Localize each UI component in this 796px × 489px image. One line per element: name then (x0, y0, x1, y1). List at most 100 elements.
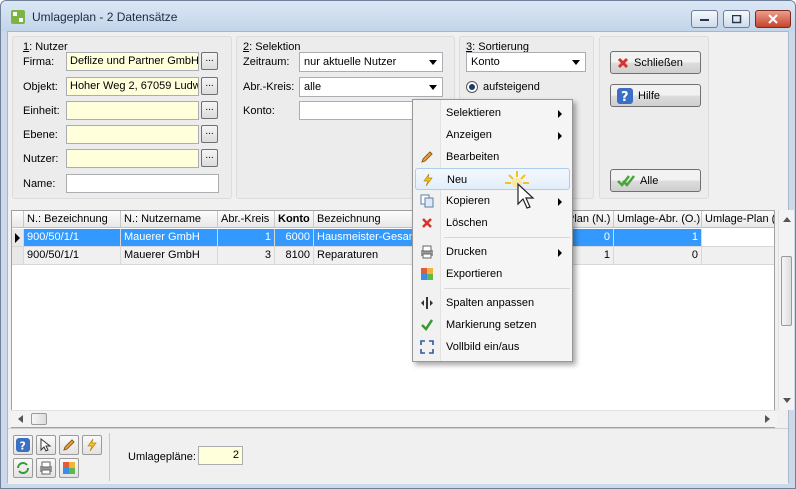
scroll-left-icon (18, 415, 23, 423)
chevron-down-icon (429, 85, 437, 90)
sortierung-select-value: Konto (471, 56, 500, 68)
menu-item-selektieren[interactable]: Selektieren (415, 102, 570, 124)
cell-nutzername[interactable]: Mauerer GmbH (121, 229, 218, 247)
close-button[interactable]: Schließen (610, 51, 701, 74)
ebene-browse-button[interactable]: ... (201, 125, 218, 143)
fullscreen-icon (420, 340, 434, 354)
refresh-icon (17, 462, 29, 474)
maximize-button[interactable] (723, 10, 750, 28)
title-bar[interactable]: Umlageplan - 2 Datensätze (1, 1, 795, 31)
row-indicator (12, 229, 24, 247)
cell-nutzername[interactable]: Mauerer GmbH (121, 247, 218, 265)
menu-item-kopieren[interactable]: Kopieren (415, 190, 570, 212)
header-umlage-abr[interactable]: Umlage-Abr. (O.) (614, 211, 702, 228)
cell-bezeichnung-text[interactable]: Reparaturen (314, 247, 414, 265)
nutzer-browse-button[interactable]: ... (201, 149, 218, 167)
ebene-field[interactable] (66, 125, 199, 144)
submenu-arrow-icon (558, 132, 562, 140)
cell-konto[interactable]: 8100 (275, 247, 314, 265)
header-umlage-plan[interactable]: Umlage-Plan ( (702, 211, 774, 228)
header-konto[interactable]: Konto (275, 211, 314, 228)
firma-browse-button[interactable]: ... (201, 52, 218, 70)
close-window-button[interactable] (755, 10, 791, 28)
cell-konto[interactable]: 6000 (275, 229, 314, 247)
cell-umlage-plan[interactable] (702, 229, 774, 247)
cell-umlage-abr[interactable]: 0 (614, 247, 702, 265)
pencil-icon (63, 439, 75, 451)
menu-item-label: Markierung setzen (446, 319, 537, 331)
pencil-icon (421, 151, 433, 163)
menu-item-loeschen[interactable]: Löschen (415, 212, 570, 234)
vertical-scroll-thumb[interactable] (781, 256, 792, 326)
help-button-label: Hilfe (638, 89, 661, 102)
horizontal-scrollbar[interactable] (11, 410, 777, 427)
double-check-icon (617, 174, 635, 187)
header-bezeichnung[interactable]: Bezeichnung (314, 211, 414, 228)
abrkreis-label: Abr.-Kreis: (243, 81, 295, 93)
new-tool-button[interactable] (82, 435, 102, 455)
cell-umlage-plan[interactable] (702, 247, 774, 265)
table-row[interactable]: 900/50/1/1 Mauerer GmbH 1 6000 Hausmeist… (12, 229, 774, 247)
menu-item-vollbild[interactable]: Vollbild ein/aus (415, 336, 570, 358)
table-row[interactable]: 900/50/1/1 Mauerer GmbH 3 8100 Reparatur… (12, 247, 774, 265)
cell-umlage-abr[interactable]: 1 (614, 229, 702, 247)
help-button[interactable]: ? Hilfe (610, 84, 701, 107)
print-tool-button[interactable] (36, 458, 56, 478)
menu-item-spalten-anpassen[interactable]: Spalten anpassen (415, 292, 570, 314)
all-button[interactable]: Alle (610, 169, 701, 192)
actions-group: Schließen ? Hilfe Alle (599, 36, 709, 199)
select-tool-button[interactable] (36, 435, 56, 455)
cell-bezeichnung[interactable]: 900/50/1/1 (24, 247, 121, 265)
einheit-browse-button[interactable]: ... (201, 101, 218, 119)
copy-icon (420, 194, 434, 208)
table-header: N.: Bezeichnung N.: Nutzername Abr.-Krei… (12, 211, 774, 228)
help-tool-button[interactable]: ? (13, 435, 33, 455)
menu-item-drucken[interactable]: Drucken (415, 241, 570, 263)
help-icon: ? (16, 438, 30, 452)
count-label: Umlagepläne: (128, 451, 196, 463)
maximize-icon (731, 14, 741, 23)
menu-item-markierung-setzen[interactable]: Markierung setzen (415, 314, 570, 336)
nutzer-field[interactable] (66, 149, 199, 168)
menu-item-label: Neu (447, 174, 468, 186)
zeitraum-select-value: nur aktuelle Nutzer (304, 56, 397, 68)
chevron-down-icon (429, 60, 437, 65)
pointer-icon (40, 438, 52, 452)
cell-abrkreis[interactable]: 1 (218, 229, 275, 247)
export-tool-button[interactable] (59, 458, 79, 478)
menu-item-label: Selektieren (446, 107, 502, 119)
menu-item-neu[interactable]: Neu (415, 168, 570, 190)
menu-item-bearbeiten[interactable]: Bearbeiten (415, 146, 570, 168)
scroll-down-icon (783, 398, 791, 403)
close-x-icon (617, 57, 629, 68)
edit-tool-button[interactable] (59, 435, 79, 455)
header-nutzer-bezeichnung[interactable]: N.: Bezeichnung (24, 211, 121, 228)
menu-item-label: Spalten anpassen (446, 297, 535, 309)
vertical-scrollbar[interactable] (778, 210, 794, 410)
menu-item-exportieren[interactable]: Exportieren (415, 263, 570, 285)
header-nutzername[interactable]: N.: Nutzername (121, 211, 218, 228)
name-field[interactable] (66, 174, 219, 193)
cell-abrkreis[interactable]: 3 (218, 247, 275, 265)
submenu-arrow-icon (558, 198, 562, 206)
horizontal-scroll-thumb[interactable] (31, 413, 47, 425)
zeitraum-select[interactable]: nur aktuelle Nutzer (299, 52, 443, 72)
einheit-field[interactable] (66, 101, 199, 120)
sortierung-select[interactable]: Konto (466, 52, 586, 72)
minimize-button[interactable] (691, 10, 718, 28)
objekt-browse-button[interactable]: ... (201, 77, 218, 95)
refresh-tool-button[interactable] (13, 458, 33, 478)
firma-field[interactable]: Deflize und Partner GmbH (66, 52, 199, 71)
data-table: N.: Bezeichnung N.: Nutzername Abr.-Krei… (11, 210, 775, 428)
asc-radio[interactable] (466, 81, 478, 93)
objekt-field[interactable]: Hoher Weg 2, 67059 Ludw (66, 77, 199, 96)
selektion-group-label: 2: Selektion (243, 41, 301, 53)
cell-bezeichnung[interactable]: 900/50/1/1 (24, 229, 121, 247)
abrkreis-select[interactable]: alle (299, 77, 443, 97)
chevron-down-icon (572, 60, 580, 65)
header-abrkreis[interactable]: Abr.-Kreis (218, 211, 275, 228)
abrkreis-select-value: alle (304, 81, 322, 93)
menu-item-anzeigen[interactable]: Anzeigen (415, 124, 570, 146)
cell-bezeichnung-text[interactable]: Hausmeister-Gesam (314, 229, 414, 247)
menu-item-label: Exportieren (446, 268, 503, 280)
